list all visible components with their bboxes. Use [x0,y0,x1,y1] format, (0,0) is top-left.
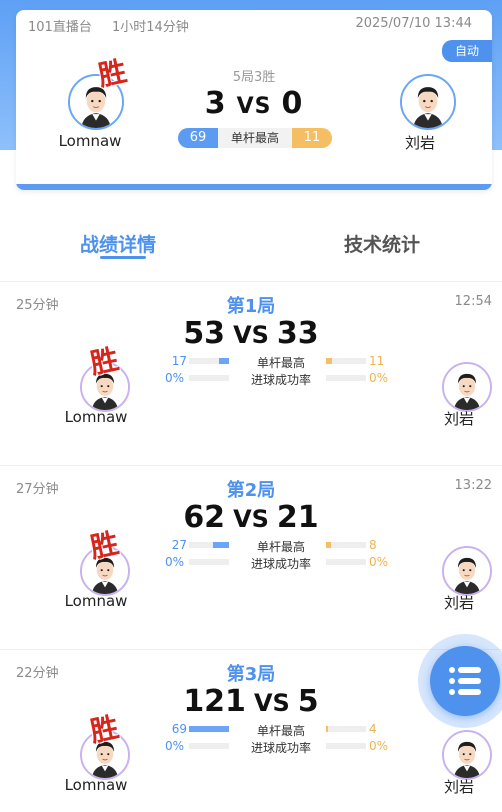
man-avatar-icon [444,548,490,594]
pot-rate-label: 进球成功率 [250,557,311,571]
pot-rate-right-bar [326,743,366,749]
match-summary-card: 101直播台 1小时14分钟 2025/07/10 13:44 自动 胜 Lom… [16,10,492,190]
match-format: 5局3胜 [232,70,276,85]
pot-rate-label: 进球成功率 [250,373,311,387]
pot-rate-right-bar [326,559,366,565]
score-left: 3 [204,86,227,121]
tab-underline [100,256,146,259]
pot-rate-label: 进球成功率 [250,741,311,755]
player-left-name: Lomnaw [64,408,128,426]
pot-rate-left-bar [189,375,229,381]
player-right-avatar[interactable] [442,362,492,412]
game-card[interactable]: 27分钟 13:22 第2局 62 VS 21 胜 Lomnaw 刘岩 27 单杆最… [0,466,502,650]
pot-rate-row: 0% 进球成功率 0% [165,555,391,571]
high-break-right-value: 8 [369,538,377,552]
game-card[interactable]: 25分钟 12:54 第1局 53 VS 33 胜 Lomnaw 刘岩 17 单杆最… [0,282,502,466]
tab-tech-stats[interactable]: 技术统计 [344,230,420,257]
high-break-right-value: 4 [369,722,377,736]
player-right-avatar[interactable] [442,730,492,780]
game-score-left: 62 [183,500,226,535]
card-accent-bar [16,184,492,190]
player-right-name: 刘岩 [443,594,474,612]
player-right-name: 刘岩 [404,134,435,152]
player-right-name: 刘岩 [443,410,474,428]
game-score-right: 33 [276,316,319,351]
high-break-left-value: 17 [171,354,187,368]
player-right-avatar[interactable] [442,546,492,596]
high-break-label: 单杆最高 [256,540,305,554]
tab-bar: 战绩详情 技术统计 [0,222,502,266]
game-title: 第2局 [226,480,276,501]
high-break-left-value: 69 [171,722,187,736]
match-datetime: 2025/07/10 13:44 [355,16,472,31]
vs-label: VS [233,321,269,349]
high-break-left-value: 27 [171,538,187,552]
menu-fab-button[interactable] [430,646,500,716]
player-left-name: Lomnaw [64,592,128,610]
high-break-right: 11 [292,128,332,148]
auto-badge[interactable]: 自动 [442,40,492,62]
vs-label: VS [236,94,272,119]
vs-label: VS [253,689,290,717]
score-right: 0 [281,86,304,121]
game-score-right: 21 [276,500,319,535]
game-score-right: 5 [297,684,319,719]
pot-rate-left-value: 0% [165,739,185,753]
player-left-name: Lomnaw [64,776,128,794]
game-title: 第1局 [226,296,276,317]
player-left-name: Lomnaw [58,132,122,150]
high-break-summary: 69 单杆最高 11 [178,128,332,148]
game-score-left: 53 [183,316,226,351]
vs-label: VS [233,505,269,533]
match-score: 3 VS 0 [16,86,492,121]
man-avatar-icon [444,364,490,410]
game-score: 53 VS 33 [0,316,502,351]
man-avatar-icon [444,732,490,778]
match-duration: 1小时14分钟 [111,20,189,35]
high-break-row: 69 单杆最高 4 [165,722,391,738]
pot-rate-right-value: 0% [369,555,389,569]
pot-rate-left-bar [189,743,229,749]
pot-rate-row: 0% 进球成功率 0% [165,371,391,387]
high-break-left: 69 [178,128,218,148]
room-name: 101直播台 [28,20,92,35]
game-score-left: 121 [183,684,246,719]
high-break-label: 单杆最高 [218,128,292,148]
game-score: 62 VS 21 [0,500,502,535]
match-meta: 101直播台 1小时14分钟 [28,16,189,35]
high-break-row: 17 单杆最高 11 [165,354,391,370]
high-break-right-bar [326,542,366,548]
list-icon [449,667,481,695]
high-break-left-bar [189,726,229,732]
pot-rate-left-value: 0% [165,371,185,385]
tab-match-details[interactable]: 战绩详情 [80,230,156,257]
high-break-label: 单杆最高 [256,356,305,370]
pot-rate-right-value: 0% [369,371,389,385]
high-break-right-value: 11 [369,354,385,368]
high-break-right-bar [326,358,366,364]
high-break-right-bar [326,726,366,732]
pot-rate-right-value: 0% [369,739,389,753]
high-break-label: 单杆最高 [256,724,305,738]
player-right-name: 刘岩 [443,778,474,796]
pot-rate-left-value: 0% [165,555,185,569]
pot-rate-row: 0% 进球成功率 0% [165,739,391,755]
pot-rate-left-bar [189,559,229,565]
high-break-left-bar [189,358,229,364]
pot-rate-right-bar [326,375,366,381]
high-break-left-bar [189,542,229,548]
high-break-row: 27 单杆最高 8 [165,538,391,554]
